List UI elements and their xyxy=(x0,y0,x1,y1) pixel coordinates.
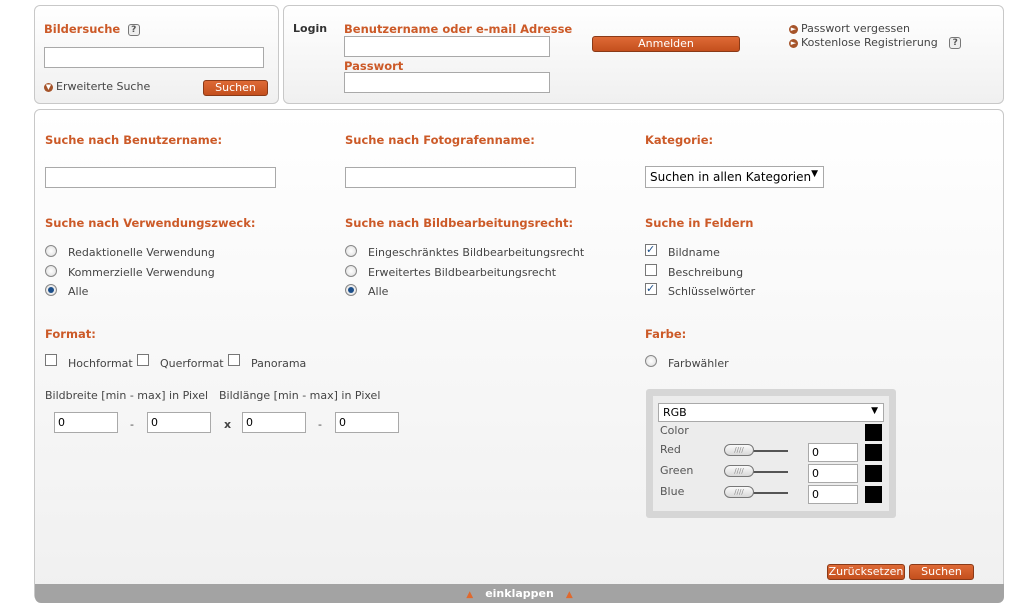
category-selected: Suchen in allen Kategorien xyxy=(650,170,812,184)
quick-search-button[interactable]: Suchen xyxy=(203,80,268,96)
usage-radio-commercial[interactable] xyxy=(45,265,57,277)
field-option-label: Schlüsselwörter xyxy=(668,285,756,298)
color-mode-selected: RGB xyxy=(663,406,687,419)
username-search-input[interactable] xyxy=(45,167,276,188)
range-dash: - xyxy=(318,418,322,431)
green-swatch xyxy=(865,465,882,482)
field-option-label: Bildname xyxy=(668,246,720,259)
fields-label: Suche in Feldern xyxy=(645,216,754,230)
length-max-input[interactable] xyxy=(335,412,399,433)
login-button[interactable]: Anmelden xyxy=(592,36,740,52)
username-search-label: Suche nach Benutzername: xyxy=(45,133,223,147)
quick-search-input[interactable] xyxy=(44,47,264,68)
editing-option-label: Erweitertes Bildbearbeitungsrecht xyxy=(368,266,557,279)
arrow-right-icon: ► xyxy=(789,24,798,34)
color-picker-label: Farbwähler xyxy=(668,357,729,370)
usage-option-label: Redaktionelle Verwendung xyxy=(68,246,215,259)
username-label: Benutzername oder e-mail Adresse xyxy=(344,22,573,36)
red-swatch xyxy=(865,444,882,461)
quick-search-panel: Bildersuche ? ▼ Erweiterte Suche Suchen xyxy=(34,5,279,104)
usage-option-label: Alle xyxy=(68,285,89,298)
usage-radio-all[interactable] xyxy=(45,284,57,296)
red-value-input[interactable] xyxy=(808,443,858,462)
advanced-search-button[interactable]: Suchen xyxy=(909,564,974,580)
field-checkbox-description[interactable] xyxy=(645,264,657,276)
format-option-label: Panorama xyxy=(251,357,307,370)
login-label: Login xyxy=(293,22,328,35)
usage-option-label: Kommerzielle Verwendung xyxy=(68,266,215,279)
field-checkbox-keywords[interactable] xyxy=(645,282,657,295)
advanced-search-link[interactable]: ▼ Erweiterte Suche xyxy=(44,80,150,93)
format-checkbox-portrait[interactable] xyxy=(45,354,57,366)
color-mode-select[interactable]: RGB ▼ xyxy=(658,403,884,422)
password-label: Passwort xyxy=(344,59,404,73)
photographer-input[interactable] xyxy=(345,167,576,188)
login-panel: Login Benutzername oder e-mail Adresse P… xyxy=(283,5,1004,104)
usage-radio-editorial[interactable] xyxy=(45,245,57,257)
blue-value-input[interactable] xyxy=(808,485,858,504)
usage-label: Suche nach Verwendungszweck: xyxy=(45,216,256,230)
category-label: Kategorie: xyxy=(645,133,714,147)
help-icon[interactable]: ? xyxy=(949,37,962,49)
range-dash: - xyxy=(130,418,134,431)
color-preview-swatch xyxy=(865,424,882,441)
advanced-search-panel: Suche nach Benutzername: Suche nach Foto… xyxy=(34,109,1004,601)
advanced-search-label: Erweiterte Suche xyxy=(56,80,151,93)
arrow-right-icon: ► xyxy=(789,38,798,48)
photographer-label: Suche nach Fotografenname: xyxy=(345,133,535,147)
editing-radio-all[interactable] xyxy=(345,284,357,296)
dropdown-arrow-icon: ▼ xyxy=(871,406,878,416)
format-option-label: Querformat xyxy=(160,357,224,370)
editing-option-label: Eingeschränktes Bildbearbeitungsrecht xyxy=(368,246,585,259)
quick-search-title: Bildersuche xyxy=(44,22,121,36)
triangle-up-icon: ▲ xyxy=(466,590,474,600)
format-label: Format: xyxy=(45,327,96,341)
register-link[interactable]: ► Kostenlose Registrierung ? xyxy=(789,36,962,49)
reset-button[interactable]: Zurücksetzen xyxy=(827,564,905,580)
format-option-label: Hochformat xyxy=(68,357,133,370)
color-picker-radio[interactable] xyxy=(645,355,657,367)
chevron-down-icon: ▼ xyxy=(44,82,53,92)
forgot-password-link[interactable]: ► Passwort vergessen xyxy=(789,22,910,35)
length-min-input[interactable] xyxy=(242,412,306,433)
length-range-label: Bildlänge [min - max] in Pixel xyxy=(219,389,381,402)
width-min-input[interactable] xyxy=(54,412,118,433)
register-label: Kostenlose Registrierung xyxy=(801,36,938,49)
red-label: Red xyxy=(660,443,681,456)
color-picker-box: RGB ▼ Color Red //// Green //// Blue ///… xyxy=(646,389,896,518)
password-input[interactable] xyxy=(344,72,550,93)
format-checkbox-landscape[interactable] xyxy=(137,354,149,366)
green-value-input[interactable] xyxy=(808,464,858,483)
category-select[interactable]: Suchen in allen Kategorien ▼ xyxy=(645,166,824,188)
green-slider-handle[interactable]: //// xyxy=(724,465,754,477)
help-icon[interactable]: ? xyxy=(127,24,140,36)
triangle-up-icon: ▲ xyxy=(565,590,573,600)
quick-search-heading: Bildersuche ? xyxy=(44,22,140,36)
dropdown-arrow-icon: ▼ xyxy=(811,169,818,179)
blue-label: Blue xyxy=(660,485,685,498)
field-option-label: Beschreibung xyxy=(668,266,744,279)
editing-option-label: Alle xyxy=(368,285,389,298)
width-range-label: Bildbreite [min - max] in Pixel xyxy=(45,389,209,402)
color-picker-inner: RGB ▼ Color Red //// Green //// Blue ///… xyxy=(653,396,889,511)
editing-label: Suche nach Bildbearbeitungsrecht: xyxy=(345,216,574,230)
color-label: Farbe: xyxy=(645,327,687,341)
format-checkbox-panorama[interactable] xyxy=(228,354,240,366)
blue-swatch xyxy=(865,486,882,503)
green-label: Green xyxy=(660,464,694,477)
editing-radio-extended[interactable] xyxy=(345,265,357,277)
times-sign: x xyxy=(224,418,232,431)
username-input[interactable] xyxy=(344,36,550,57)
width-max-input[interactable] xyxy=(147,412,211,433)
editing-radio-restricted[interactable] xyxy=(345,245,357,257)
color-preview-label: Color xyxy=(660,424,689,437)
blue-slider-handle[interactable]: //// xyxy=(724,486,754,498)
field-checkbox-imagename[interactable] xyxy=(645,243,657,256)
collapse-label: einklappen xyxy=(485,587,554,600)
collapse-bar[interactable]: ▲ einklappen ▲ xyxy=(35,584,1004,603)
forgot-password-label: Passwort vergessen xyxy=(801,22,910,35)
red-slider-handle[interactable]: //// xyxy=(724,444,754,456)
